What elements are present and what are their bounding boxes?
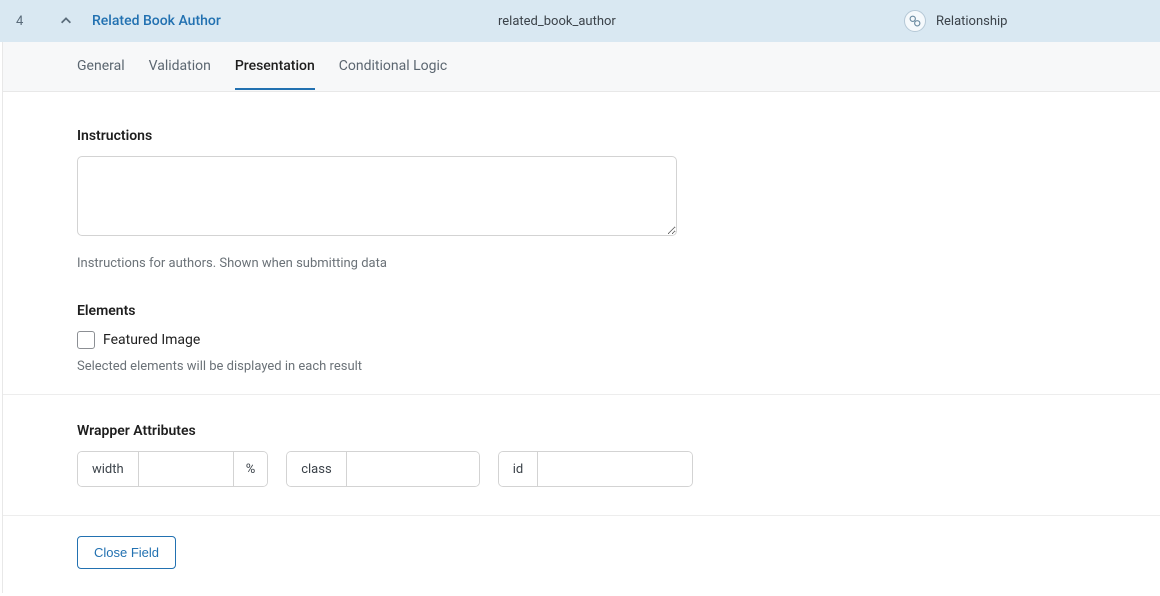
wrapper-width-input[interactable] [139, 452, 233, 486]
wrapper-width-suffix: % [233, 452, 268, 486]
chevron-up-icon[interactable] [52, 14, 80, 28]
field-number: 4 [16, 14, 36, 29]
tabs-bar: General Validation Presentation Conditio… [3, 42, 1160, 92]
wrapper-class-input[interactable] [347, 452, 479, 486]
wrapper-id-input[interactable] [538, 452, 692, 486]
wrapper-width-label: width [78, 452, 139, 486]
instructions-textarea[interactable] [77, 156, 677, 236]
tab-validation[interactable]: Validation [149, 44, 211, 90]
field-title[interactable]: Related Book Author [84, 13, 498, 29]
featured-image-checkbox[interactable] [77, 331, 95, 349]
wrapper-attributes-label: Wrapper Attributes [77, 423, 1086, 439]
elements-label: Elements [77, 303, 1086, 319]
close-field-button[interactable]: Close Field [77, 536, 176, 569]
wrapper-id-group: id [498, 451, 694, 487]
field-type: Relationship [904, 10, 1144, 32]
tab-presentation[interactable]: Presentation [235, 44, 315, 90]
relationship-icon [904, 10, 926, 32]
wrapper-id-label: id [499, 452, 539, 486]
wrapper-class-group: class [286, 451, 479, 487]
instructions-label: Instructions [77, 128, 1086, 144]
tab-conditional-logic[interactable]: Conditional Logic [339, 44, 447, 90]
wrapper-class-label: class [287, 452, 346, 486]
field-type-label: Relationship [936, 14, 1007, 29]
field-slug: related_book_author [498, 14, 904, 29]
tab-general[interactable]: General [77, 44, 125, 90]
featured-image-label: Featured Image [103, 332, 200, 348]
elements-help: Selected elements will be displayed in e… [77, 359, 1086, 374]
field-header-row[interactable]: 4 Related Book Author related_book_autho… [0, 0, 1160, 42]
instructions-help: Instructions for authors. Shown when sub… [77, 256, 1086, 271]
wrapper-width-group: width % [77, 451, 268, 487]
